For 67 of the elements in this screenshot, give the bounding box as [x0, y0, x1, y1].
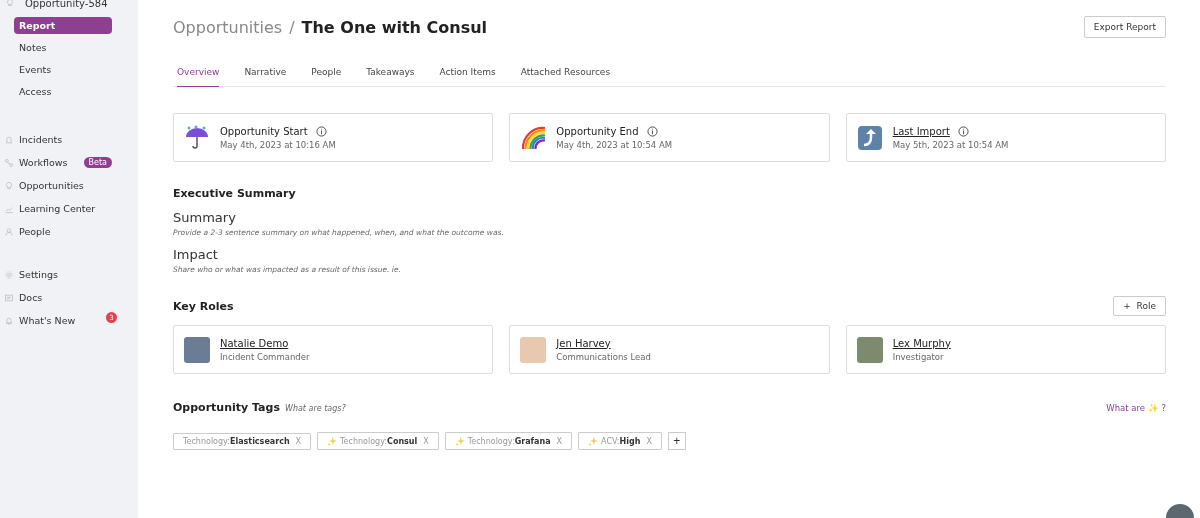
role-label: Incident Commander	[220, 351, 310, 362]
sidebar-item[interactable]: Docs	[19, 292, 43, 303]
info-icon[interactable]	[646, 125, 658, 137]
breadcrumb-link[interactable]: Opportunities	[173, 17, 283, 37]
sparkle-help-link[interactable]: What are ✨ ?	[1106, 403, 1166, 413]
role-label: Investigator	[892, 351, 945, 362]
sparkle-icon	[588, 436, 599, 446]
sidebar-item[interactable]: What's New	[19, 315, 76, 326]
help-link[interactable]: What are tags?	[284, 404, 346, 413]
incident-icon	[4, 134, 14, 145]
breadcrumb-separator: /	[289, 17, 295, 37]
card-title: Opportunity End	[556, 125, 639, 137]
section-heading: Opportunity Tags	[173, 401, 280, 414]
sidebar-item[interactable]: Settings	[19, 269, 58, 280]
tag-chip[interactable]: ACV:High X	[578, 432, 662, 450]
sidebar-subitem[interactable]: Notes	[14, 39, 112, 56]
section-heading: Key Roles	[173, 299, 234, 313]
add-tag-button[interactable]: +	[667, 432, 686, 450]
role-label: Communications Lead	[556, 351, 651, 362]
tab[interactable]: Action Items	[439, 61, 496, 87]
info-icon[interactable]	[957, 125, 969, 137]
rainbow-icon	[520, 124, 547, 151]
bell-icon	[4, 315, 14, 326]
avatar-placeholder	[184, 336, 210, 363]
export-button[interactable]: Export Report	[1083, 16, 1166, 38]
tab[interactable]: People	[311, 61, 342, 87]
person-link[interactable]: Lex Murphy	[892, 337, 951, 349]
sidebar-subitem[interactable]: Report	[14, 17, 112, 34]
person-link[interactable]: Natalie Demo	[220, 337, 310, 349]
doc-icon	[4, 292, 14, 303]
person-icon	[4, 226, 14, 237]
timestamp: May 4th, 2023 at 10:16 AM	[220, 139, 336, 150]
umbrella-icon	[184, 124, 210, 151]
tab[interactable]: Attached Resources	[520, 61, 611, 87]
add-role-button[interactable]: + Role	[1113, 296, 1166, 316]
tab[interactable]: Takeaways	[366, 61, 415, 87]
avatar-placeholder	[520, 336, 547, 363]
sidebar-item[interactable]: People	[19, 226, 51, 237]
info-icon[interactable]	[315, 125, 327, 137]
sidebar-subitem[interactable]: Events	[14, 61, 112, 78]
sidebar-item[interactable]: Incidents	[19, 134, 63, 145]
timestamp: May 4th, 2023 at 10:54 AM	[556, 139, 673, 150]
timestamp: May 5th, 2023 at 10:54 AM	[892, 139, 1009, 150]
subsection-title: Impact	[173, 247, 219, 262]
section-heading: Executive Summary	[173, 187, 297, 200]
sidebar-item[interactable]: Learning Center	[19, 203, 96, 214]
tag-chip[interactable]: Technology:Grafana X	[444, 432, 573, 450]
bulb-icon	[5, 0, 15, 8]
tab[interactable]: Narrative	[244, 61, 287, 87]
page-title: The One with Consul	[301, 17, 488, 37]
tag-chip[interactable]: Technology:Elasticsearch X	[173, 432, 312, 450]
tab[interactable]: Overview	[177, 61, 220, 87]
sparkle-icon	[454, 436, 465, 446]
sidebar-item[interactable]: Workflows	[19, 157, 68, 168]
card-title: Opportunity Start	[220, 125, 308, 137]
beta-badge: Beta	[83, 157, 112, 168]
person-link[interactable]: Jen Harvey	[556, 337, 651, 349]
card-title-link[interactable]: Last Import	[892, 125, 950, 137]
sparkle-icon	[327, 436, 338, 446]
gear-icon	[4, 269, 14, 280]
bulb-icon	[4, 180, 14, 191]
workflow-icon	[4, 157, 14, 168]
sidebar-item[interactable]: Opportunities	[19, 180, 84, 191]
sidebar-subitem[interactable]: Access	[14, 83, 112, 100]
avatar-placeholder	[856, 336, 883, 363]
subsection-title: Summary	[173, 210, 237, 225]
tag-chip[interactable]: Technology:Consul X	[317, 432, 439, 450]
